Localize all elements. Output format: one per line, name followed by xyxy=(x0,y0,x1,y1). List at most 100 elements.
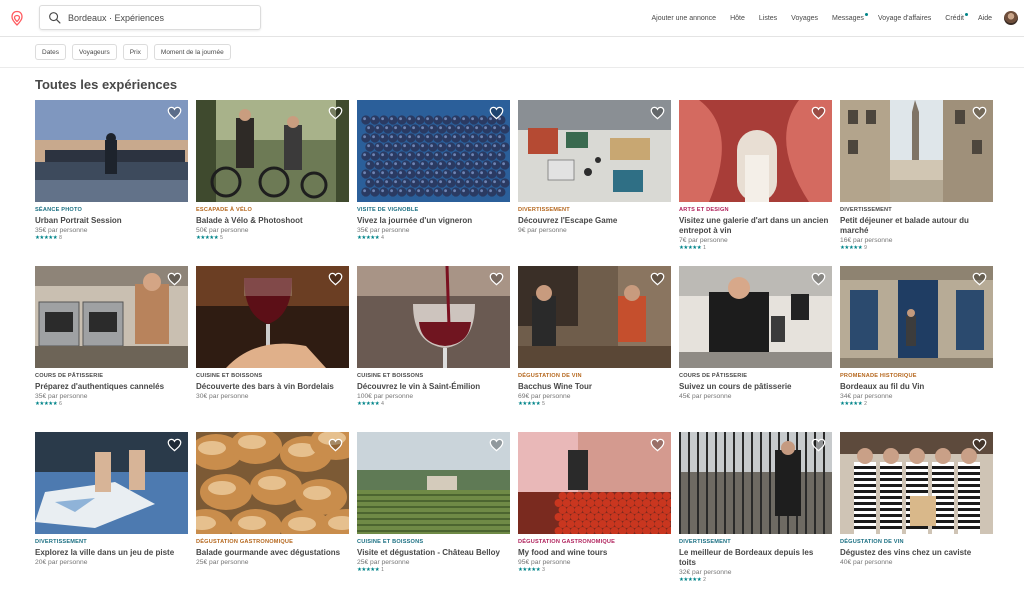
experience-title[interactable]: Petit déjeuner et balade autour du march… xyxy=(840,216,993,236)
heart-icon[interactable] xyxy=(650,438,665,452)
experience-photo[interactable] xyxy=(840,432,993,534)
experience-card[interactable]: Séance photo Urban Portrait Session 35€ … xyxy=(35,100,188,260)
experience-card[interactable]: Divertissement Petit déjeuner et balade … xyxy=(840,100,993,260)
filter-voyageurs[interactable]: Voyageurs xyxy=(71,44,117,60)
experience-photo[interactable] xyxy=(679,432,832,534)
heart-icon[interactable] xyxy=(650,106,665,120)
experience-card[interactable]: Dégustation de vin Bacchus Wine Tour 69€… xyxy=(518,266,671,426)
experience-card[interactable]: Divertissement Découvrez l'Escape Game 9… xyxy=(518,100,671,260)
heart-icon[interactable] xyxy=(811,272,826,286)
experience-photo[interactable] xyxy=(518,266,671,368)
experience-photo-image xyxy=(196,432,349,534)
experience-photo[interactable] xyxy=(357,100,510,202)
heart-icon[interactable] xyxy=(489,438,504,452)
experience-title[interactable]: Dégustez des vins chez un caviste xyxy=(840,548,993,558)
experience-photo[interactable] xyxy=(357,432,510,534)
experience-card[interactable]: Divertissement Le meilleur de Bordeaux d… xyxy=(679,432,832,592)
experience-card[interactable]: Dégustation gastronomique Balade gourman… xyxy=(196,432,349,592)
review-count: 6 xyxy=(59,401,62,407)
experience-photo[interactable] xyxy=(35,432,188,534)
experience-title[interactable]: Le meilleur de Bordeaux depuis les toits xyxy=(679,548,832,568)
nav-link-ajouter-une-annonce[interactable]: Ajouter une annonce xyxy=(651,15,716,22)
experience-photo[interactable] xyxy=(840,100,993,202)
experience-card[interactable]: Cours de pâtisserie Suivez un cours de p… xyxy=(679,266,832,426)
experience-card[interactable]: Escapade à vélo Balade à Vélo & Photosho… xyxy=(196,100,349,260)
experience-card[interactable]: Promenade historique Bordeaux au fil du … xyxy=(840,266,993,426)
search-input[interactable] xyxy=(68,12,248,23)
experience-card[interactable]: Dégustation de vin Dégustez des vins che… xyxy=(840,432,993,592)
experience-title[interactable]: Visitez une galerie d'art dans un ancien… xyxy=(679,216,832,236)
experience-title[interactable]: Préparez d'authentiques cannelés xyxy=(35,382,188,392)
heart-icon[interactable] xyxy=(328,272,343,286)
experience-title[interactable]: Découvrez l'Escape Game xyxy=(518,216,671,226)
heart-icon[interactable] xyxy=(328,438,343,452)
experience-card[interactable]: Arts et design Visitez une galerie d'art… xyxy=(679,100,832,260)
experience-title[interactable]: Visite et dégustation - Château Belloy xyxy=(357,548,510,558)
experience-card[interactable]: Cuisine et boissons Découvrez le vin à S… xyxy=(357,266,510,426)
experience-price: 45€ par personne xyxy=(679,393,732,400)
experience-photo[interactable] xyxy=(518,432,671,534)
heart-icon[interactable] xyxy=(972,272,987,286)
experience-title[interactable]: Bordeaux au fil du Vin xyxy=(840,382,993,392)
experience-title[interactable]: Vivez la journée d'un vigneron xyxy=(357,216,510,226)
nav-link-listes[interactable]: Listes xyxy=(759,15,777,22)
heart-icon[interactable] xyxy=(489,272,504,286)
experience-photo[interactable] xyxy=(840,266,993,368)
nav-link-voyages[interactable]: Voyages xyxy=(791,15,818,22)
experience-title[interactable]: My food and wine tours xyxy=(518,548,671,558)
experience-card[interactable]: Cuisine et boissons Découverte des bars … xyxy=(196,266,349,426)
experience-photo[interactable] xyxy=(679,266,832,368)
experience-photo[interactable] xyxy=(357,266,510,368)
experience-photo-image xyxy=(196,100,349,202)
search-bar[interactable] xyxy=(39,5,261,30)
nav-link-voyage-d-affaires[interactable]: Voyage d'affaires xyxy=(878,15,931,22)
heart-icon[interactable] xyxy=(972,106,987,120)
experience-title[interactable]: Découverte des bars à vin Bordelais xyxy=(196,382,349,392)
experience-photo-image xyxy=(840,266,993,368)
nav-link-hote[interactable]: Hôte xyxy=(730,15,745,22)
experience-card[interactable]: Dégustation gastronomique My food and wi… xyxy=(518,432,671,592)
section-title: Toutes les expériences xyxy=(35,77,178,92)
experience-photo[interactable] xyxy=(196,432,349,534)
review-count: 4 xyxy=(381,401,384,407)
heart-icon[interactable] xyxy=(972,438,987,452)
heart-icon[interactable] xyxy=(489,106,504,120)
experience-photo[interactable] xyxy=(679,100,832,202)
experience-title[interactable]: Suivez un cours de pâtisserie xyxy=(679,382,832,392)
nav-link-credit[interactable]: Crédit xyxy=(945,12,968,22)
filter-prix[interactable]: Prix xyxy=(122,44,148,60)
experience-card[interactable]: Cours de pâtisserie Préparez d'authentiq… xyxy=(35,266,188,426)
filter-dates[interactable]: Dates xyxy=(35,44,66,60)
experience-title[interactable]: Explorez la ville dans un jeu de piste xyxy=(35,548,188,558)
heart-icon[interactable] xyxy=(811,438,826,452)
filter-moment-de-la-journee[interactable]: Moment de la journée xyxy=(153,44,231,60)
experience-price: 95€ par personne xyxy=(518,559,571,566)
experience-card[interactable]: Visite de vignoble Vivez la journée d'un… xyxy=(357,100,510,260)
experience-title[interactable]: Bacchus Wine Tour xyxy=(518,382,671,392)
airbnb-logo-icon[interactable] xyxy=(9,9,25,27)
experience-title[interactable]: Balade à Vélo & Photoshoot xyxy=(196,216,349,226)
experience-card[interactable]: Cuisine et boissons Visite et dégustatio… xyxy=(357,432,510,592)
nav-link-aide[interactable]: Aide xyxy=(978,15,992,22)
heart-icon[interactable] xyxy=(167,106,182,120)
experience-title[interactable]: Découvrez le vin à Saint-Émilion xyxy=(357,382,510,392)
experience-photo[interactable] xyxy=(196,100,349,202)
experience-title[interactable]: Urban Portrait Session xyxy=(35,216,188,226)
heart-icon[interactable] xyxy=(167,438,182,452)
experience-card[interactable]: Divertissement Explorez la ville dans un… xyxy=(35,432,188,592)
heart-icon[interactable] xyxy=(811,106,826,120)
heart-icon[interactable] xyxy=(650,272,665,286)
nav-link-messages[interactable]: Messages xyxy=(832,12,868,22)
experience-photo[interactable] xyxy=(196,266,349,368)
heart-icon[interactable] xyxy=(328,106,343,120)
user-avatar[interactable] xyxy=(1004,11,1018,25)
experience-rating: ★★★★★ 9 xyxy=(840,245,993,251)
experience-photo[interactable] xyxy=(518,100,671,202)
experience-category: Promenade historique xyxy=(840,373,917,379)
heart-icon[interactable] xyxy=(167,272,182,286)
experience-rating: ★★★★★ 5 xyxy=(518,401,671,407)
experience-photo[interactable] xyxy=(35,100,188,202)
experience-title[interactable]: Balade gourmande avec dégustations xyxy=(196,548,349,558)
star-rating-icon: ★★★★★ xyxy=(840,245,863,251)
experience-photo[interactable] xyxy=(35,266,188,368)
